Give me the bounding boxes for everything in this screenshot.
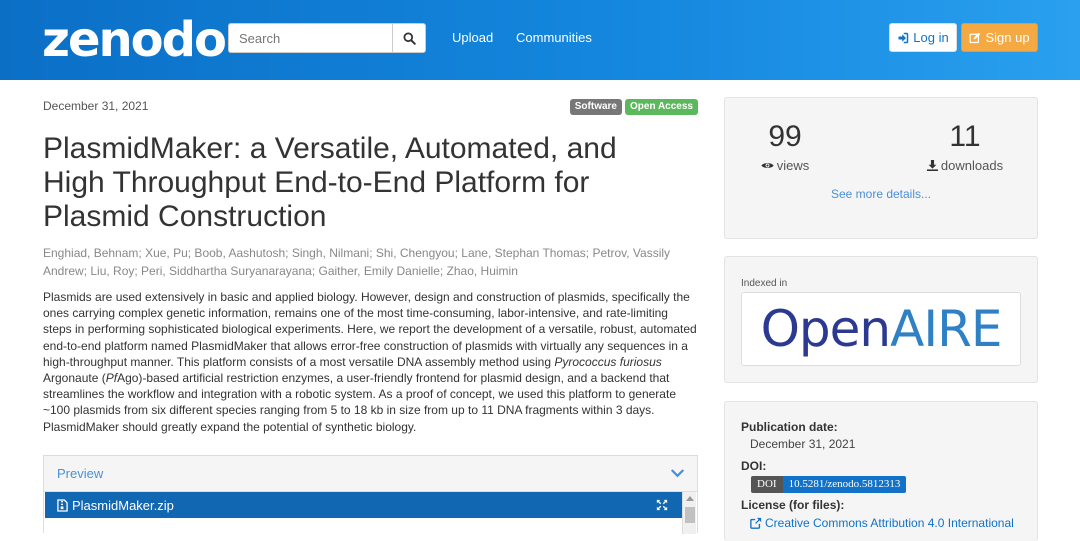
search-form <box>228 23 426 53</box>
openaire-logo-open: Open <box>760 300 892 358</box>
software-badge: Software <box>569 99 622 115</box>
indexed-panel: Indexed in OpenAIRE <box>724 256 1038 383</box>
indexed-in-label: Indexed in <box>741 278 788 289</box>
download-icon <box>926 160 938 171</box>
preview-file-bar[interactable]: PlasmidMaker.zip <box>45 492 682 518</box>
search-input[interactable] <box>228 23 392 53</box>
record-title: PlasmidMaker: a Versatile, Automated, an… <box>43 132 617 233</box>
login-button[interactable]: Log in <box>889 23 957 52</box>
license-heading: License (for files): <box>741 498 845 512</box>
sign-in-icon <box>898 32 909 43</box>
external-link-icon <box>750 517 762 529</box>
edit-icon <box>969 32 981 43</box>
signup-label: Sign up <box>985 30 1030 45</box>
search-icon <box>402 31 416 45</box>
license-value: Creative Commons Attribution 4.0 Interna… <box>765 516 1014 530</box>
downloads-label-group: downloads <box>905 158 1025 173</box>
preview-panel: Preview PlasmidMaker.zip <box>43 455 698 534</box>
scroll-thumb[interactable] <box>684 507 695 523</box>
record-badges: Software Open Access <box>569 99 698 115</box>
nav-upload[interactable]: Upload <box>452 30 493 45</box>
doi-badge-value: 10.5281/zenodo.5812313 <box>782 476 907 493</box>
preview-scrollbar[interactable] <box>682 492 696 534</box>
see-more-details-link[interactable]: See more details... <box>725 187 1037 201</box>
preview-header[interactable]: Preview <box>44 456 697 492</box>
pubdate-value: December 31, 2021 <box>750 437 856 451</box>
openaire-logo: OpenAIRE <box>760 299 1003 359</box>
login-label: Log in <box>913 30 949 45</box>
views-count: 99 <box>768 120 802 153</box>
preview-label: Preview <box>57 466 104 481</box>
abstract-species: Pyrococcus furiosus <box>554 354 662 369</box>
license-link[interactable]: Creative Commons Attribution 4.0 Interna… <box>750 516 1014 530</box>
eye-icon <box>761 163 774 168</box>
file-name: PlasmidMaker.zip <box>72 497 174 513</box>
scroll-up-arrow-icon[interactable] <box>685 496 694 501</box>
doi-badge-key: DOI <box>751 476 783 493</box>
record-abstract: Plasmids are used extensively in basic a… <box>43 289 698 435</box>
abstract-part-2: Argonaute ( <box>43 371 106 386</box>
publication-date: December 31, 2021 <box>43 99 149 113</box>
downloads-label: downloads <box>940 158 1004 173</box>
views-label-group: views <box>725 158 845 173</box>
downloads-stat: 11 downloads <box>905 120 1025 173</box>
nav-communities[interactable]: Communities <box>516 30 592 45</box>
record-authors: Enghiad, Behnam; Xue, Pu; Boob, Aashutos… <box>43 246 671 278</box>
openaire-logo-aire: AIRE <box>890 300 1002 358</box>
openaire-logo-link[interactable]: OpenAIRE <box>741 292 1021 366</box>
abstract-part-3: Ago)-based artificial restriction enzyme… <box>43 371 676 434</box>
open-access-badge: Open Access <box>625 99 698 115</box>
stats-panel: 99 views 11 downloads See more details..… <box>724 97 1038 239</box>
signup-button[interactable]: Sign up <box>961 23 1038 52</box>
expand-icon[interactable] <box>656 499 668 511</box>
doi-heading: DOI: <box>741 459 767 473</box>
views-label: views <box>776 158 810 173</box>
search-button[interactable] <box>392 23 426 53</box>
top-navbar: zenodo Upload Communities Log in Sign up <box>0 0 1080 80</box>
downloads-count: 11 <box>949 120 981 153</box>
file-archive-icon <box>57 498 68 512</box>
chevron-down-icon[interactable] <box>671 469 684 478</box>
pubdate-heading: Publication date: <box>741 420 838 434</box>
views-stat: 99 views <box>725 120 845 173</box>
zenodo-logo[interactable]: zenodo <box>42 12 227 68</box>
abstract-pf: Pf <box>105 371 118 386</box>
doi-badge[interactable]: DOI 10.5281/zenodo.5812313 <box>751 476 907 493</box>
publication-info-panel: Publication date: December 31, 2021 DOI:… <box>724 401 1038 541</box>
file-name-group: PlasmidMaker.zip <box>57 498 174 513</box>
